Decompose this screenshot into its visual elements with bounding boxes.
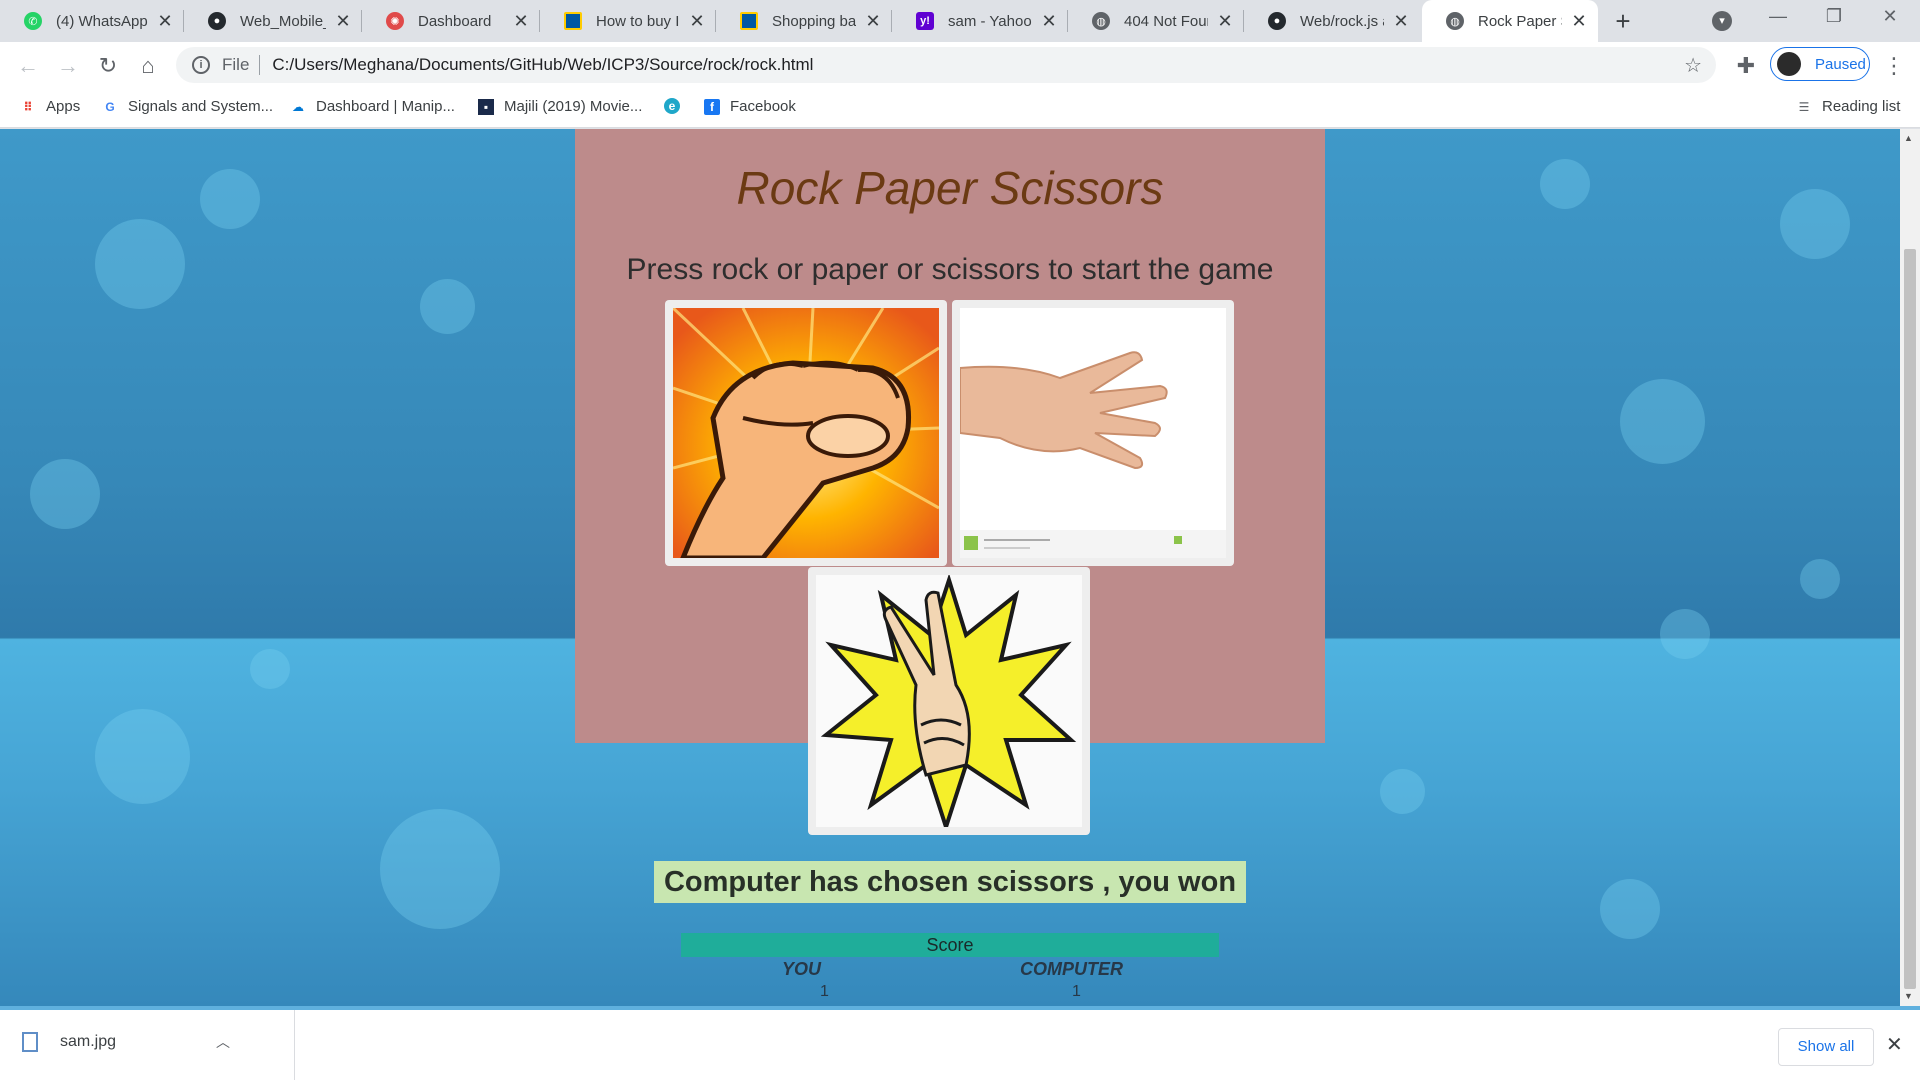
scrollbar-thumb[interactable] <box>1904 249 1916 989</box>
bookmark-star-icon[interactable]: ☆ <box>1684 53 1702 78</box>
avatar <box>1777 52 1801 76</box>
globe-icon: ◍ <box>1092 12 1110 30</box>
show-all-button[interactable]: Show all <box>1778 1028 1874 1066</box>
address-bar[interactable]: i File C:/Users/Meghana/Documents/GitHub… <box>176 47 1716 83</box>
score-value-computer: 1 <box>1072 983 1081 1000</box>
url-text[interactable]: C:/Users/Meghana/Documents/GitHub/Web/IC… <box>272 55 813 75</box>
extensions-icon[interactable]: ✚ <box>1732 52 1760 80</box>
github-icon: ● <box>208 12 226 30</box>
info-icon[interactable]: i <box>192 56 210 74</box>
bookmark-dashboard-manipal[interactable]: ☁ Dashboard | Manip... <box>290 98 455 115</box>
download-shelf: sam.jpg ︿ Show all ✕ <box>0 1006 1920 1080</box>
tab-search-icon[interactable]: ▾ <box>1712 11 1732 31</box>
bookmark-majili[interactable]: ▪ Majili (2019) Movie... <box>478 98 642 115</box>
cloud-icon: ☁ <box>292 99 304 114</box>
bookmark-facebook[interactable]: f Facebook <box>704 98 796 115</box>
close-tab-icon[interactable]: ✕ <box>156 11 174 32</box>
chevron-up-icon[interactable]: ︿ <box>216 1032 230 1052</box>
score-label-you: YOU <box>782 959 822 979</box>
rock-fist-image <box>673 308 939 558</box>
tab-github-rock-js[interactable]: ● Web/rock.js at ✕ <box>1244 0 1420 42</box>
bookmark-edge[interactable]: e <box>664 98 690 114</box>
browser-toolbar: ← → ↻ ⌂ i File C:/Users/Meghana/Document… <box>0 42 1920 88</box>
new-tab-button[interactable]: + <box>1608 6 1638 36</box>
globe-icon: ◍ <box>1446 12 1464 30</box>
page-title: Rock Paper Scissors <box>736 162 1164 214</box>
close-tab-icon[interactable]: ✕ <box>1216 11 1234 32</box>
tab-github-web-mobile[interactable]: ● Web_Mobile_P ✕ <box>184 0 362 42</box>
apps-grid-icon: ⠿ <box>23 99 33 114</box>
game-instruction: Press rock or paper or scissors to start… <box>626 253 1274 286</box>
close-tab-icon[interactable]: ✕ <box>864 11 882 32</box>
edge-icon: e <box>664 98 680 114</box>
scroll-down-icon[interactable]: ▼ <box>1904 991 1913 1001</box>
home-icon[interactable]: ⌂ <box>134 52 162 80</box>
score-value-you: 1 <box>820 983 829 1000</box>
scheme-label: File <box>222 55 250 74</box>
restore-icon[interactable]: ❐ <box>1814 6 1854 27</box>
paper-button[interactable] <box>952 300 1234 566</box>
scroll-up-icon[interactable]: ▲ <box>1904 133 1913 143</box>
scissors-hand-image <box>816 575 1082 827</box>
close-tab-icon[interactable]: ✕ <box>1392 11 1410 32</box>
profile-button[interactable]: Paused <box>1770 47 1870 81</box>
reading-list[interactable]: ☰ Reading list <box>1796 98 1901 115</box>
tab-strip: ✆ (4) WhatsApp ✕ ● Web_Mobile_P ✕ ✺ Dash… <box>0 0 1920 42</box>
tab-dashboard[interactable]: ✺ Dashboard ✕ <box>362 0 540 42</box>
game-result: Computer has chosen scissors , you won <box>654 861 1246 903</box>
bookmark-apps[interactable]: ⠿ Apps <box>20 98 80 115</box>
ikea-icon <box>564 12 582 30</box>
download-item[interactable]: sam.jpg ︿ <box>22 1032 230 1052</box>
tab-yahoo[interactable]: y! sam - Yahoo In ✕ <box>892 0 1068 42</box>
movie-icon: ▪ <box>478 98 494 115</box>
tab-404[interactable]: ◍ 404 Not Found ✕ <box>1068 0 1244 42</box>
rock-button[interactable] <box>665 300 947 566</box>
download-filename: sam.jpg <box>60 1033 117 1050</box>
image-file-icon <box>22 1032 38 1052</box>
forward-icon[interactable]: → <box>54 52 82 80</box>
profile-status: Paused <box>1815 55 1866 73</box>
github-icon: ● <box>1268 12 1286 30</box>
paper-hand-image <box>960 308 1226 558</box>
close-window-icon[interactable]: ✕ <box>1870 6 1910 27</box>
facebook-icon: f <box>704 98 720 115</box>
close-tab-icon[interactable]: ✕ <box>688 11 706 32</box>
google-icon: G <box>105 99 115 114</box>
whatsapp-icon: ✆ <box>24 12 42 30</box>
scissors-button[interactable] <box>808 567 1090 835</box>
dashboard-icon: ✺ <box>386 12 404 30</box>
tab-ikea-shopping-bag[interactable]: Shopping bag ✕ <box>716 0 892 42</box>
tab-rock-paper-scissors[interactable]: ◍ Rock Paper Sc ✕ <box>1422 0 1598 42</box>
reload-icon[interactable]: ↻ <box>94 52 122 80</box>
menu-icon[interactable]: ⋮ <box>1880 52 1908 80</box>
reading-list-icon: ☰ <box>1798 99 1810 114</box>
back-icon[interactable]: ← <box>14 52 42 80</box>
bookmarks-bar: ⠿ Apps G Signals and System... ☁ Dashboa… <box>0 88 1920 128</box>
close-tab-icon[interactable]: ✕ <box>334 11 352 32</box>
tab-whatsapp[interactable]: ✆ (4) WhatsApp ✕ <box>0 0 184 42</box>
page-viewport: Rock Paper Scissors Press rock or paper … <box>0 129 1900 1006</box>
score-heading: Score <box>681 933 1219 957</box>
score-label-computer: COMPUTER <box>1020 959 1123 979</box>
yahoo-icon: y! <box>916 12 934 30</box>
close-tab-icon[interactable]: ✕ <box>1040 11 1058 32</box>
close-tab-icon[interactable]: ✕ <box>512 11 530 32</box>
page-scrollbar[interactable]: ▲ ▼ <box>1900 129 1920 1006</box>
close-shelf-icon[interactable]: ✕ <box>1886 1032 1903 1057</box>
tab-ikea-how-to-buy[interactable]: How to buy IK ✕ <box>540 0 716 42</box>
ikea-icon <box>740 12 758 30</box>
bookmark-signals[interactable]: G Signals and System... <box>102 98 273 115</box>
close-tab-icon[interactable]: ✕ <box>1570 11 1588 32</box>
minimize-icon[interactable]: — <box>1758 6 1798 27</box>
